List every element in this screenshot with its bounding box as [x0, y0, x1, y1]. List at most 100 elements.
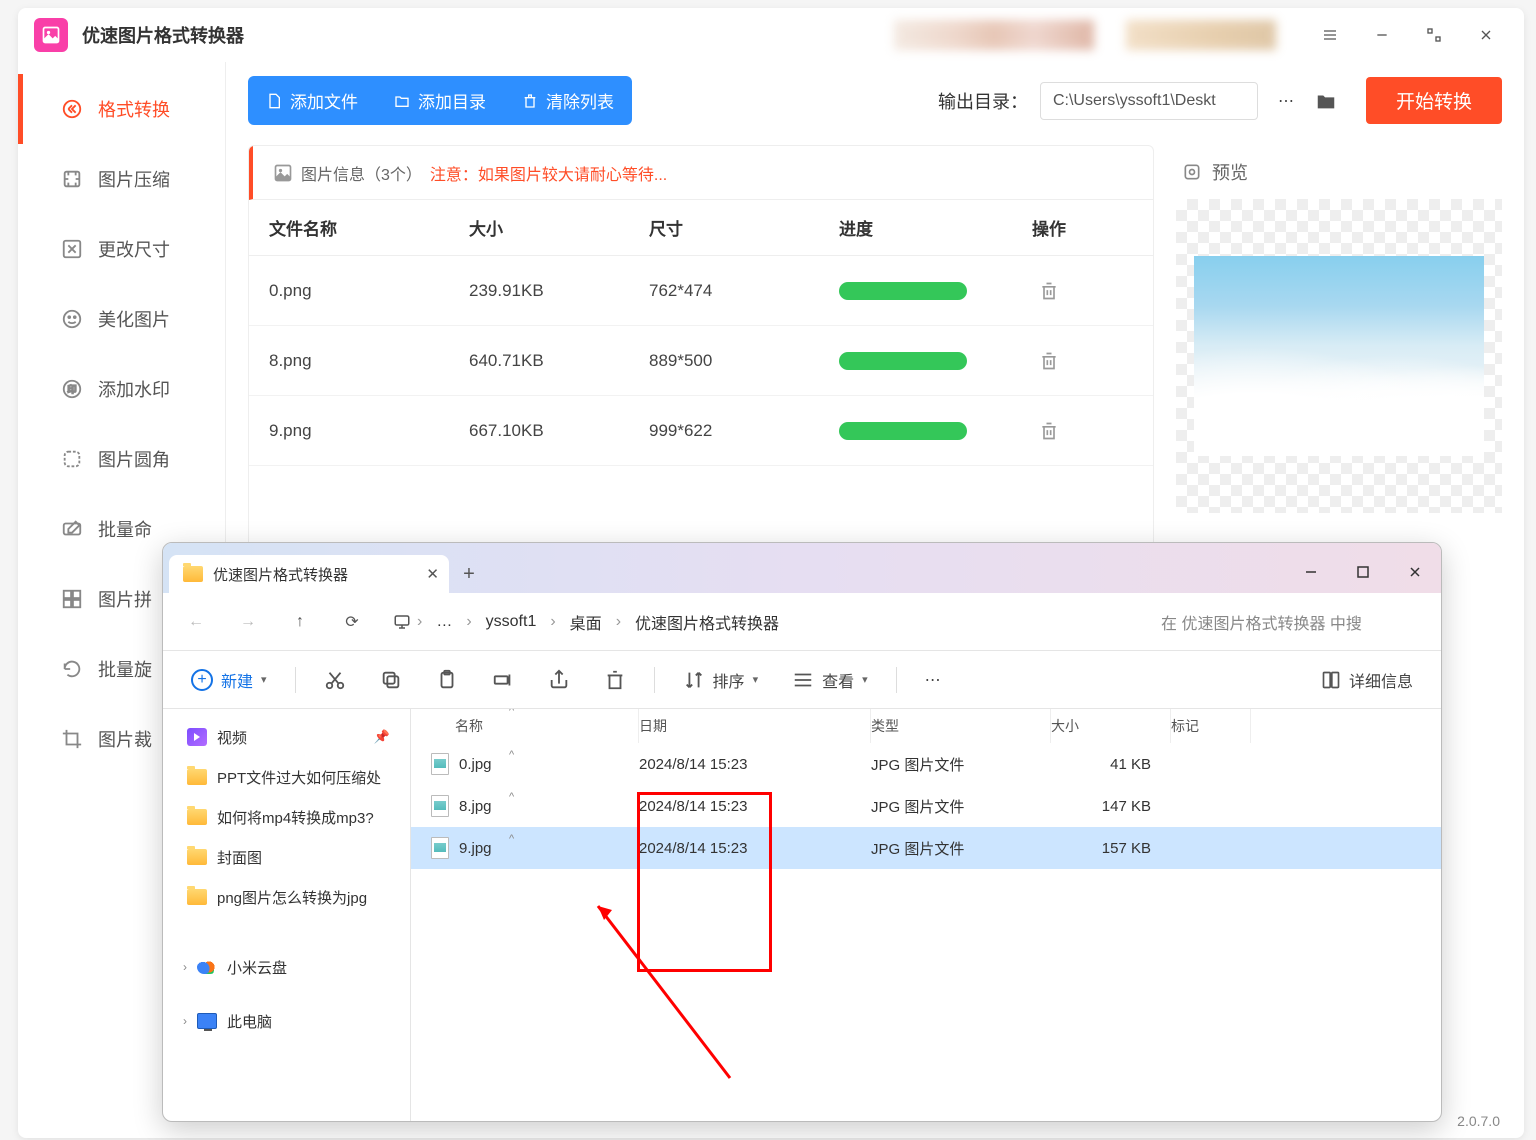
list-row[interactable]: 0.png 239.91KB 762*474	[249, 256, 1153, 326]
video-icon	[187, 728, 207, 746]
folder-icon	[187, 769, 207, 785]
trash-icon	[522, 93, 538, 109]
nav-back[interactable]: ←	[175, 601, 217, 643]
breadcrumb[interactable]: › … › yssoft1 › 桌面 › 优速图片格式转换器	[383, 603, 1139, 641]
file-row[interactable]: 0.jpg 2024/8/14 15:23 JPG 图片文件 41 KB	[411, 743, 1441, 785]
sidebar-item-resize[interactable]: 更改尺寸	[18, 214, 225, 284]
more-button[interactable]: ⋯	[1266, 82, 1306, 120]
crop-icon	[60, 727, 84, 751]
side-folder-item[interactable]: PPT文件过大如何压缩处	[169, 757, 404, 797]
stitch-icon	[60, 587, 84, 611]
list-columns: 文件名称 大小 尺寸 进度 操作	[249, 200, 1153, 256]
folder-icon	[394, 93, 410, 109]
output-path-input[interactable]	[1040, 82, 1258, 120]
col-prog: 进度	[839, 215, 1009, 240]
share-button[interactable]	[534, 660, 584, 700]
rename-button[interactable]	[478, 660, 528, 700]
side-pc[interactable]: › 此电脑	[169, 1001, 404, 1041]
sidebar-label: 批量命	[98, 516, 152, 542]
add-dir-button[interactable]: 添加目录	[376, 76, 504, 125]
menu-button[interactable]	[1308, 13, 1352, 57]
start-button[interactable]: 开始转换	[1366, 77, 1502, 124]
delete-icon	[604, 669, 626, 691]
explorer-maximize[interactable]	[1337, 551, 1389, 593]
cut-icon	[324, 669, 346, 691]
explorer-tabbar: 优速图片格式转换器 ✕ +	[163, 543, 1441, 593]
sort-button[interactable]: 排序 ▾	[669, 660, 773, 700]
file-row[interactable]: 8.jpg 2024/8/14 15:23 JPG 图片文件 147 KB	[411, 785, 1441, 827]
app-logo-icon	[34, 18, 68, 52]
sidebar-item-compress[interactable]: 图片压缩	[18, 144, 225, 214]
nav-forward[interactable]: →	[227, 601, 269, 643]
minimize-button[interactable]	[1360, 13, 1404, 57]
output-label: 输出目录：	[938, 88, 1028, 114]
col-dim: 尺寸	[649, 215, 839, 240]
sidebar-label: 图片裁	[98, 726, 152, 752]
maximize-button[interactable]	[1412, 13, 1456, 57]
preview-icon	[1182, 162, 1202, 182]
side-folder-item[interactable]: png图片怎么转换为jpg	[169, 877, 404, 917]
nav-up[interactable]: ↑	[279, 601, 321, 643]
explorer-minimize[interactable]	[1285, 551, 1337, 593]
app-title: 优速图片格式转换器	[82, 22, 244, 48]
open-folder-button[interactable]	[1306, 82, 1346, 120]
nav-refresh[interactable]: ⟳	[331, 601, 373, 643]
sidebar-label: 美化图片	[98, 306, 170, 332]
paste-button[interactable]	[422, 660, 472, 700]
paste-icon	[436, 669, 458, 691]
progress-bar	[839, 422, 967, 440]
explorer-window: 优速图片格式转换器 ✕ + ← → ↑ ⟳ › … › yssoft1 › 桌面…	[162, 542, 1442, 1122]
explorer-search[interactable]: 在 优速图片格式转换器 中搜	[1149, 603, 1429, 641]
explorer-addressbar: ← → ↑ ⟳ › … › yssoft1 › 桌面 › 优速图片格式转换器 在…	[163, 593, 1441, 651]
cut-button[interactable]	[310, 660, 360, 700]
sidebar-item-radius[interactable]: 图片圆角	[18, 424, 225, 494]
sidebar-label: 添加水印	[98, 376, 170, 402]
watermark-icon: 印	[60, 377, 84, 401]
format-icon	[60, 97, 84, 121]
file-icon	[431, 753, 449, 775]
delete-row-button[interactable]	[1009, 350, 1089, 372]
sidebar-label: 图片拼	[98, 586, 152, 612]
col-act: 操作	[1009, 215, 1089, 240]
clear-button[interactable]: 清除列表	[504, 76, 632, 125]
file-icon	[431, 795, 449, 817]
sidebar-item-beautify[interactable]: 美化图片	[18, 284, 225, 354]
sort-icon	[683, 669, 705, 691]
sidebar-item-format[interactable]: 格式转换	[18, 74, 225, 144]
new-tab-button[interactable]: +	[449, 555, 489, 593]
view-button[interactable]: 查看 ▾	[778, 660, 882, 700]
add-file-button[interactable]: 添加文件	[248, 76, 376, 125]
explorer-close[interactable]	[1389, 551, 1441, 593]
file-row[interactable]: 9.jpg 2024/8/14 15:23 JPG 图片文件 157 KB	[411, 827, 1441, 869]
preview-box	[1176, 199, 1502, 513]
explorer-tab[interactable]: 优速图片格式转换器 ✕	[169, 555, 449, 593]
sidebar-label: 更改尺寸	[98, 236, 170, 262]
list-row[interactable]: 8.png 640.71KB 889*500	[249, 326, 1153, 396]
progress-bar	[839, 352, 967, 370]
side-cloud[interactable]: › 小米云盘	[169, 947, 404, 987]
side-folder-item[interactable]: 封面图	[169, 837, 404, 877]
rotate-icon	[60, 657, 84, 681]
side-videos[interactable]: 视频 📌	[169, 717, 404, 757]
list-row[interactable]: 9.png 667.10KB 999*622	[249, 396, 1153, 466]
close-button[interactable]	[1464, 13, 1508, 57]
copy-button[interactable]	[366, 660, 416, 700]
file-icon	[431, 837, 449, 859]
resize-icon	[60, 237, 84, 261]
svg-text:印: 印	[67, 384, 76, 395]
new-button[interactable]: + 新建 ▾	[177, 660, 281, 700]
col-name: 文件名称	[269, 215, 469, 240]
details-button[interactable]: 详细信息	[1307, 668, 1427, 692]
delete-row-button[interactable]	[1009, 420, 1089, 442]
sidebar-item-watermark[interactable]: 印 添加水印	[18, 354, 225, 424]
image-icon	[273, 163, 293, 183]
more-menu[interactable]: ⋯	[911, 660, 955, 700]
radius-icon	[60, 447, 84, 471]
sidebar-label: 图片压缩	[98, 166, 170, 192]
tab-close-button[interactable]: ✕	[426, 565, 439, 583]
delete-row-button[interactable]	[1009, 280, 1089, 302]
side-folder-item[interactable]: 如何将mp4转换成mp3?	[169, 797, 404, 837]
list-info-header: 图片信息（3个） 注意：如果图片较大请耐心等待...	[249, 146, 1153, 200]
delete-button[interactable]	[590, 660, 640, 700]
rename-icon	[492, 669, 514, 691]
